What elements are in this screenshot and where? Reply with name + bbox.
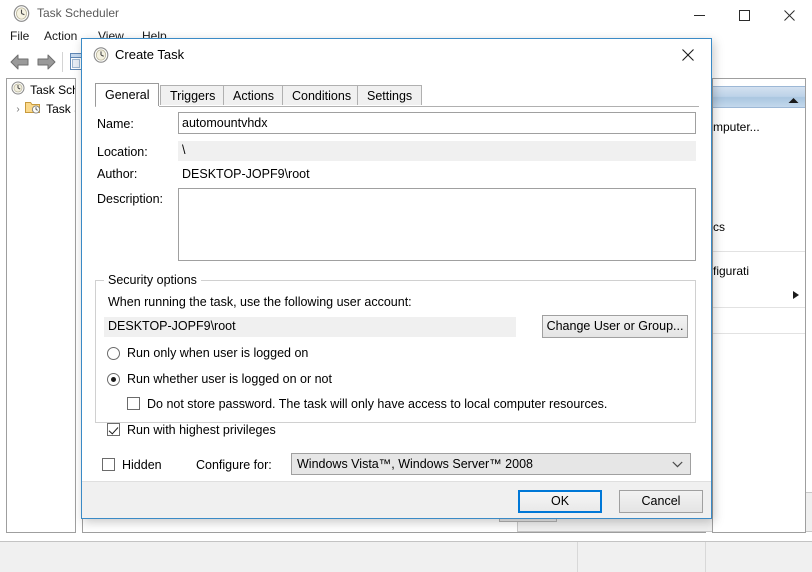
checkbox-hidden[interactable] bbox=[102, 458, 115, 471]
ok-button[interactable]: OK bbox=[518, 490, 602, 513]
action-item-configure[interactable]: figurati bbox=[713, 261, 806, 281]
checkbox-run-with-highest-privileges[interactable] bbox=[107, 423, 120, 436]
actions-pane: mputer... cs figurati bbox=[712, 78, 806, 533]
actions-divider bbox=[713, 251, 805, 252]
tree-item-label: Task Sche bbox=[30, 83, 76, 97]
status-cell-tertiary bbox=[706, 542, 812, 572]
action-item-label: figurati bbox=[713, 264, 749, 278]
tab-actions[interactable]: Actions bbox=[223, 85, 284, 105]
dialog-title: Create Task bbox=[115, 46, 184, 64]
checkbox-do-not-store-password-label: Do not store password. The task will onl… bbox=[147, 396, 607, 413]
toolbar-separator bbox=[62, 52, 63, 72]
minimize-icon[interactable] bbox=[677, 0, 722, 29]
tab-strip-underline bbox=[95, 106, 699, 107]
cancel-button[interactable]: Cancel bbox=[619, 490, 703, 513]
tab-settings[interactable]: Settings bbox=[357, 85, 422, 105]
chevron-down-icon[interactable] bbox=[672, 454, 683, 474]
author-label: Author: bbox=[97, 166, 137, 183]
action-item-label: cs bbox=[713, 220, 725, 234]
menu-item-action[interactable]: Action bbox=[38, 26, 83, 47]
change-user-or-group-button[interactable]: Change User or Group... bbox=[542, 315, 688, 338]
tree-item-task-scheduler-library[interactable]: › Task S bbox=[11, 100, 76, 119]
name-input[interactable] bbox=[178, 112, 696, 134]
back-arrow-icon[interactable] bbox=[9, 53, 30, 74]
clock-icon bbox=[93, 47, 109, 63]
menu-item-file[interactable]: File bbox=[4, 26, 35, 47]
user-account-value: DESKTOP-JOPF9\root bbox=[104, 317, 516, 337]
location-label: Location: bbox=[97, 144, 148, 161]
maximize-icon[interactable] bbox=[722, 0, 767, 29]
status-bar bbox=[0, 541, 812, 572]
close-icon[interactable] bbox=[767, 0, 812, 29]
checkbox-run-with-highest-privileges-label: Run with highest privileges bbox=[127, 422, 276, 439]
action-item-label: mputer... bbox=[713, 120, 760, 134]
action-item-submenu[interactable] bbox=[713, 285, 806, 305]
status-cell-secondary bbox=[578, 542, 706, 572]
tab-conditions[interactable]: Conditions bbox=[282, 85, 361, 105]
location-value: \ bbox=[178, 141, 696, 161]
name-label: Name: bbox=[97, 116, 134, 133]
tab-general[interactable]: General bbox=[95, 83, 159, 106]
chevron-right-icon[interactable]: › bbox=[11, 100, 25, 119]
radio-run-only-when-logged-on[interactable] bbox=[107, 347, 120, 360]
security-options-legend: Security options bbox=[104, 273, 201, 287]
console-tree-pane[interactable]: Task Sche › Task S bbox=[6, 78, 76, 533]
actions-divider bbox=[713, 307, 805, 308]
dialog-footer: OK Cancel bbox=[82, 481, 711, 518]
chevron-up-icon[interactable] bbox=[788, 93, 799, 107]
action-item-tasks[interactable]: cs bbox=[713, 217, 806, 237]
forward-arrow-icon[interactable] bbox=[36, 53, 57, 74]
tab-triggers[interactable]: Triggers bbox=[160, 85, 225, 105]
author-value: DESKTOP-JOPF9\root bbox=[182, 166, 310, 183]
close-icon[interactable] bbox=[665, 39, 711, 69]
status-cell-main bbox=[0, 542, 578, 572]
description-textarea[interactable] bbox=[178, 188, 696, 261]
window-title: Task Scheduler bbox=[37, 5, 119, 22]
tab-active-gap bbox=[96, 106, 159, 108]
account-prompt-label: When running the task, use the following… bbox=[108, 294, 412, 311]
checkbox-do-not-store-password[interactable] bbox=[127, 397, 140, 410]
action-item-connect-to-another-computer[interactable]: mputer... bbox=[713, 117, 806, 137]
tree-item-root[interactable]: Task Sche bbox=[11, 81, 76, 100]
dialog-content: General Triggers Actions Conditions Sett… bbox=[82, 71, 711, 481]
radio-run-whether-logged-on-or-not-label: Run whether user is logged on or not bbox=[127, 371, 332, 388]
description-label: Description: bbox=[97, 191, 163, 208]
checkbox-hidden-label: Hidden bbox=[122, 457, 162, 474]
clock-icon bbox=[11, 81, 27, 101]
configure-for-label: Configure for: bbox=[196, 457, 272, 474]
dialog-titlebar: Create Task bbox=[82, 39, 711, 71]
actions-divider bbox=[713, 333, 805, 334]
radio-run-whether-logged-on-or-not[interactable] bbox=[107, 373, 120, 386]
actions-pane-header[interactable] bbox=[713, 86, 805, 108]
submenu-arrow-icon bbox=[793, 291, 799, 299]
clock-icon bbox=[13, 5, 30, 22]
task-folder-icon bbox=[25, 100, 43, 120]
configure-for-select[interactable]: Windows Vista™, Windows Server™ 2008 bbox=[291, 453, 691, 475]
radio-run-only-when-logged-on-label: Run only when user is logged on bbox=[127, 345, 308, 362]
configure-for-value: Windows Vista™, Windows Server™ 2008 bbox=[297, 457, 533, 471]
tree-item-label: Task S bbox=[46, 102, 76, 116]
create-task-dialog: Create Task General Triggers Actions Con… bbox=[81, 38, 712, 519]
